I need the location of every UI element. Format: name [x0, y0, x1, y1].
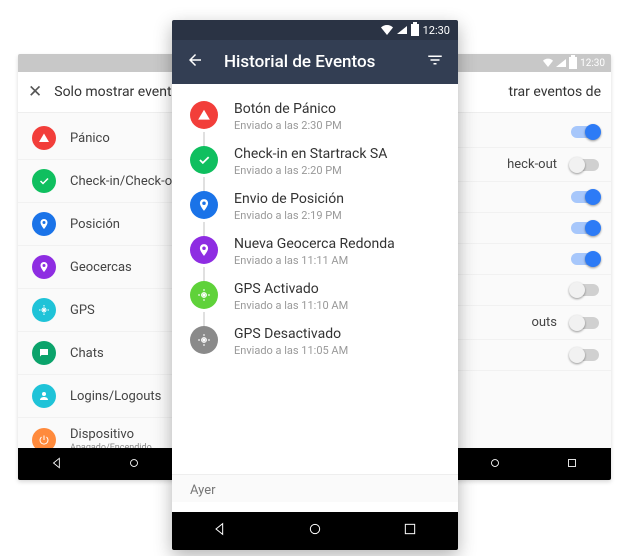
- signal-icon: [397, 26, 407, 34]
- nav-back-icon[interactable]: [50, 455, 64, 474]
- event-row[interactable]: Nueva Geocerca Redonda Enviado a las 11:1…: [172, 229, 458, 274]
- event-row[interactable]: Envio de Posición Enviado a las 2:19 PM: [172, 184, 458, 229]
- event-text: Nueva Geocerca Redonda Enviado a las 11:1…: [234, 236, 442, 267]
- toggle-switch[interactable]: [571, 191, 599, 203]
- toggle-switch[interactable]: [571, 253, 599, 265]
- battery-icon: [411, 24, 419, 36]
- close-icon[interactable]: ✕: [28, 84, 42, 101]
- gps-icon: [190, 326, 218, 354]
- toggle-switch[interactable]: [571, 126, 599, 138]
- event-title: Nueva Geocerca Redonda: [234, 236, 442, 252]
- status-time: 12:30: [580, 58, 605, 69]
- pin-icon: [32, 255, 56, 279]
- nav-home-icon[interactable]: [307, 521, 323, 541]
- nav-back-icon[interactable]: [212, 521, 228, 541]
- pin-icon: [32, 212, 56, 236]
- chat-icon: [32, 341, 56, 365]
- status-time: 12:30: [423, 24, 450, 37]
- warning-icon: [190, 101, 218, 129]
- nav-recent-icon[interactable]: [565, 455, 579, 474]
- wifi-icon: [543, 57, 553, 70]
- pin-icon: [190, 191, 218, 219]
- event-text: GPS Activado Enviado a las 11:10 AM: [234, 281, 442, 312]
- event-subtitle: Enviado a las 2:20 PM: [234, 164, 442, 177]
- signal-icon: [556, 59, 566, 67]
- app-bar: Historial de Eventos: [172, 40, 458, 84]
- check-icon: [190, 146, 218, 174]
- section-divider: Ayer: [172, 474, 458, 502]
- event-text: Check-in en Startrack SA Enviado a las 2:…: [234, 146, 442, 177]
- toggle-switch[interactable]: [571, 317, 599, 329]
- back-arrow-icon[interactable]: [186, 51, 204, 73]
- nav-home-icon[interactable]: [127, 455, 141, 474]
- toggle-switch[interactable]: [571, 222, 599, 234]
- event-title: Envio de Posición: [234, 191, 442, 207]
- event-text: GPS Desactivado Enviado a las 11:05 AM: [234, 326, 442, 357]
- event-subtitle: Enviado a las 11:05 AM: [234, 344, 442, 357]
- pin-icon: [190, 236, 218, 264]
- event-row[interactable]: Botón de Pánico Enviado a las 2:30 PM: [172, 94, 458, 139]
- toggle-switch[interactable]: [571, 349, 599, 361]
- filter-icon[interactable]: [426, 51, 444, 73]
- event-row[interactable]: Check-in en Startrack SA Enviado a las 2:…: [172, 139, 458, 184]
- wifi-icon: [381, 23, 393, 38]
- nav-home-icon[interactable]: [488, 455, 502, 474]
- phone-event-history: 12:30 Historial de Eventos Botón de Páni…: [172, 20, 458, 550]
- event-subtitle: Enviado a las 2:19 PM: [234, 209, 442, 222]
- event-title: Check-in en Startrack SA: [234, 146, 442, 162]
- event-title: Botón de Pánico: [234, 101, 442, 117]
- battery-icon: [569, 57, 577, 69]
- filter-title: Solo mostrar event: [54, 84, 171, 100]
- gps-icon: [32, 298, 56, 322]
- page-title: Historial de Eventos: [224, 52, 406, 72]
- check-icon: [32, 169, 56, 193]
- event-row[interactable]: GPS Activado Enviado a las 11:10 AM: [172, 274, 458, 319]
- toggle-switch[interactable]: [571, 159, 599, 171]
- android-nav-bar: [172, 512, 458, 550]
- event-text: Envio de Posición Enviado a las 2:19 PM: [234, 191, 442, 222]
- filter-title: trar eventos de: [508, 84, 601, 100]
- gps-icon: [190, 281, 218, 309]
- toggle-switch[interactable]: [571, 284, 599, 296]
- status-bar: 12:30: [172, 20, 458, 40]
- event-row[interactable]: GPS Desactivado Enviado a las 11:05 AM: [172, 319, 458, 364]
- event-title: GPS Desactivado: [234, 326, 442, 342]
- login-icon: [32, 384, 56, 408]
- warning-icon: [32, 126, 56, 150]
- event-subtitle: Enviado a las 11:10 AM: [234, 299, 442, 312]
- event-title: GPS Activado: [234, 281, 442, 297]
- nav-recent-icon[interactable]: [402, 521, 418, 541]
- event-text: Botón de Pánico Enviado a las 2:30 PM: [234, 101, 442, 132]
- event-subtitle: Enviado a las 2:30 PM: [234, 119, 442, 132]
- event-subtitle: Enviado a las 11:11 AM: [234, 254, 442, 267]
- event-timeline: Botón de Pánico Enviado a las 2:30 PM Chec…: [172, 84, 458, 474]
